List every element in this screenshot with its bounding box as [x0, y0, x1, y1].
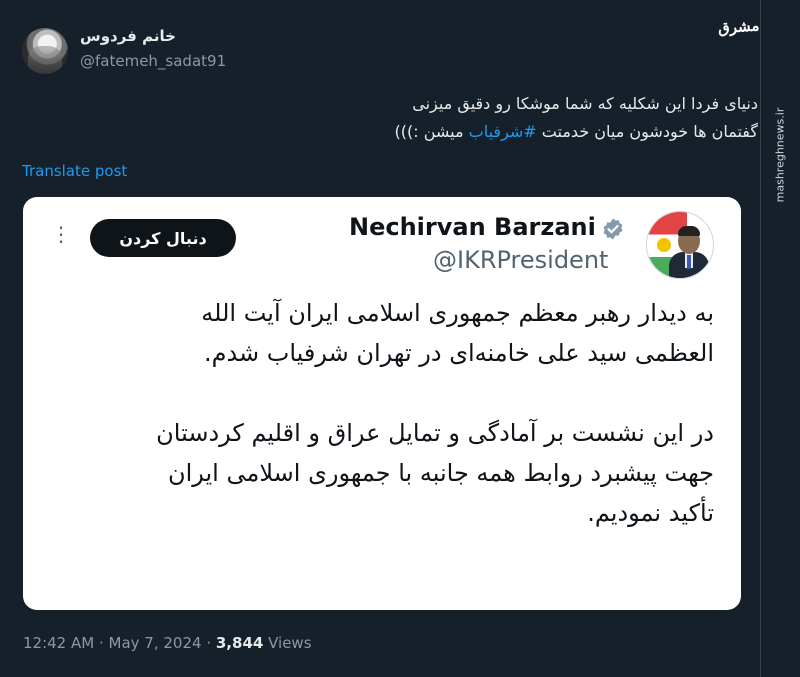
- quoted-tweet-card[interactable]: · · · دنبال کردن Nechirvan Barzani @IKRPre…: [23, 197, 741, 610]
- post-time[interactable]: 12:42 AM: [23, 634, 94, 652]
- quoted-line-3: در این نشست بر آمادگی و تمایل عراق و اقل…: [156, 419, 714, 447]
- watermark-logo: مشرق: [717, 16, 760, 38]
- quoted-line-4: جهت پیشبرد روابط همه جانبه با جمهوری اسل…: [167, 459, 714, 487]
- tweet-line-2-prefix: گفتمان ها خودشون میان خدمتت: [536, 122, 758, 141]
- tweet-line-1: دنیای فردا این شکلیه که شما موشکا رو دقی…: [412, 94, 758, 113]
- page-divider: [760, 0, 761, 677]
- meta-separator-2: ·: [201, 634, 216, 652]
- tweet-meta: 12:42 AM · May 7, 2024 · 3,844 Views: [23, 634, 312, 652]
- quoted-tweet-text: به دیدار رهبر معظم جمهوری اسلامی ایران آ…: [54, 293, 714, 533]
- translate-post-link[interactable]: Translate post: [22, 162, 127, 180]
- tweet-line-2: گفتمان ها خودشون میان خدمتت #شرفیاب میشن…: [78, 118, 758, 146]
- watermark-site-text: mashreghnews.ir: [773, 107, 787, 203]
- tweet-line-2-suffix: میشن :))): [394, 122, 469, 141]
- quoted-author-avatar[interactable]: [646, 211, 714, 279]
- meta-separator: ·: [94, 634, 109, 652]
- verified-badge-icon: [603, 218, 623, 240]
- author-display-name[interactable]: خانم فردوس: [80, 27, 176, 45]
- hashtag-link[interactable]: #شرفیاب: [469, 122, 537, 141]
- quoted-author-name[interactable]: Nechirvan Barzani: [349, 213, 596, 241]
- portrait-graphic: [669, 226, 709, 278]
- author-handle[interactable]: @fatemeh_sadat91: [80, 52, 226, 70]
- author-avatar[interactable]: [22, 28, 68, 74]
- follow-button[interactable]: دنبال کردن: [90, 219, 236, 257]
- quoted-line-1: به دیدار رهبر معظم جمهوری اسلامی ایران آ…: [201, 299, 714, 327]
- post-date[interactable]: May 7, 2024: [109, 634, 202, 652]
- tweet-text: دنیای فردا این شکلیه که شما موشکا رو دقی…: [78, 90, 758, 146]
- more-options-icon[interactable]: · · ·: [57, 218, 65, 252]
- views-label: Views: [263, 634, 312, 652]
- views-count: 3,844: [215, 634, 264, 652]
- quoted-line-2: العظمی سید علی خامنه‌ای در تهران شرفیاب …: [203, 339, 714, 367]
- quoted-author-handle[interactable]: @IKRPresident: [433, 246, 608, 274]
- quoted-line-5: تأکید نمودیم.: [587, 499, 714, 527]
